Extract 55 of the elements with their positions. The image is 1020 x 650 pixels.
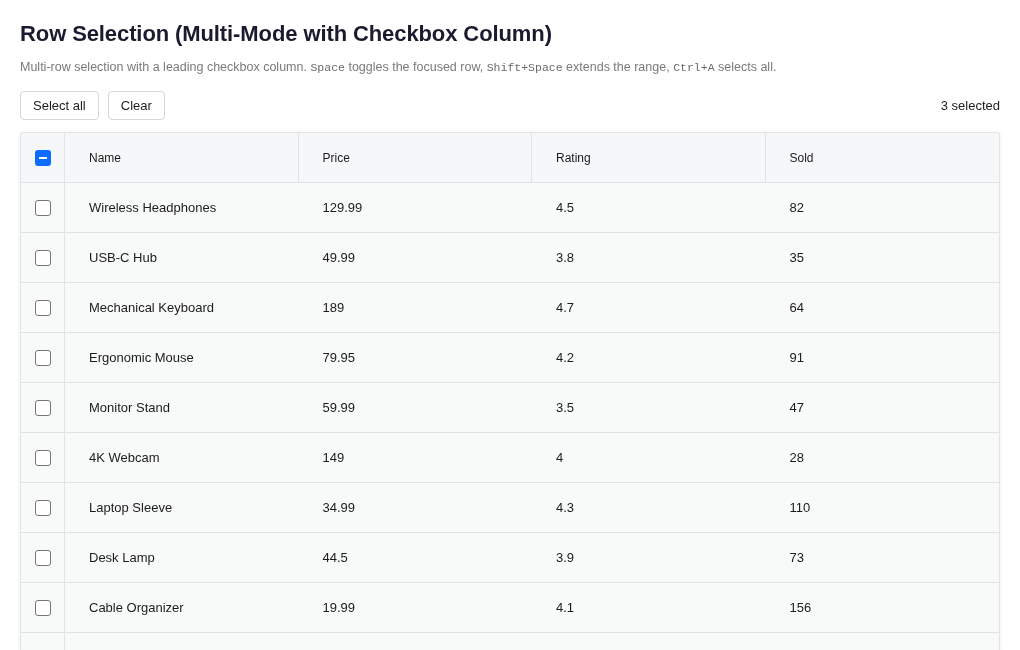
table-cell: Mechanical Keyboard bbox=[89, 300, 215, 315]
table-cell: Laptop Sleeve bbox=[89, 500, 173, 515]
table-cell: 47 bbox=[789, 400, 804, 415]
table-cell: 4.2 bbox=[556, 350, 575, 365]
table-cell: 149 bbox=[322, 450, 345, 465]
select-all-checkbox[interactable] bbox=[35, 149, 51, 166]
table-cell: 59.99 bbox=[322, 400, 356, 415]
table-cell: 4K Webcam bbox=[89, 450, 160, 465]
table-cell: Cable Organizer bbox=[89, 600, 184, 615]
table-cell: USB-C Hub bbox=[89, 250, 157, 265]
table-cell: 3.5 bbox=[556, 400, 575, 415]
column-header[interactable]: Rating bbox=[556, 150, 591, 165]
row-checkbox[interactable] bbox=[35, 249, 51, 266]
table-cell: 35 bbox=[789, 250, 804, 265]
table-cell: 73 bbox=[789, 550, 804, 565]
table-cell: 4.7 bbox=[556, 300, 575, 315]
row-checkbox[interactable] bbox=[35, 499, 51, 516]
table-cell: 4 bbox=[556, 450, 564, 465]
page-title: Row Selection (Multi-Mode with Checkbox Column) bbox=[20, 20, 553, 48]
table-cell: 3.8 bbox=[556, 250, 575, 265]
table-cell: Ergonomic Mouse bbox=[89, 350, 194, 365]
table-cell: 110 bbox=[789, 500, 811, 515]
table-cell: 129.99 bbox=[322, 200, 363, 215]
table-cell: 28 bbox=[789, 450, 804, 465]
table-cell: 79.95 bbox=[322, 350, 356, 365]
table-cell: Desk Lamp bbox=[89, 550, 155, 565]
row-checkbox[interactable] bbox=[35, 549, 51, 566]
table-cell: 91 bbox=[789, 350, 804, 365]
table-cell: 189 bbox=[322, 300, 345, 315]
table-cell: 19.99 bbox=[322, 600, 356, 615]
row-checkbox[interactable] bbox=[35, 399, 51, 416]
row-checkbox[interactable] bbox=[35, 449, 51, 466]
row-checkbox[interactable] bbox=[35, 299, 51, 316]
table-cell: 64 bbox=[789, 300, 804, 315]
table-cell: Wireless Headphones bbox=[89, 200, 217, 215]
select-all-button[interactable]: Select all bbox=[20, 91, 99, 120]
table-cell: 49.99 bbox=[322, 250, 356, 265]
row-checkbox[interactable] bbox=[35, 599, 51, 616]
table-cell: 3.9 bbox=[556, 550, 575, 565]
description: Multi-row selection with a leading checkbox column. Space toggles the focused row, Shift+Space extends the range, Ctrl+A selects all. bbox=[20, 59, 778, 76]
row-checkbox[interactable] bbox=[35, 349, 51, 366]
column-header[interactable]: Name bbox=[89, 150, 121, 165]
table-cell: 4.3 bbox=[556, 500, 575, 515]
table-cell: 156 bbox=[789, 600, 812, 615]
table-cell: Monitor Stand bbox=[89, 400, 170, 415]
table-cell: 4.5 bbox=[556, 200, 575, 215]
table-cell: 44.5 bbox=[322, 550, 348, 565]
selection-count: 3 selected bbox=[940, 98, 1000, 113]
table-cell: 34.99 bbox=[322, 500, 356, 515]
table-cell: 4.1 bbox=[556, 600, 575, 615]
table-cell: 82 bbox=[789, 200, 804, 215]
clear-button[interactable]: Clear bbox=[107, 91, 165, 120]
column-header[interactable]: Price bbox=[322, 150, 350, 165]
column-header[interactable]: Sold bbox=[789, 150, 814, 165]
row-checkbox[interactable] bbox=[35, 199, 51, 216]
